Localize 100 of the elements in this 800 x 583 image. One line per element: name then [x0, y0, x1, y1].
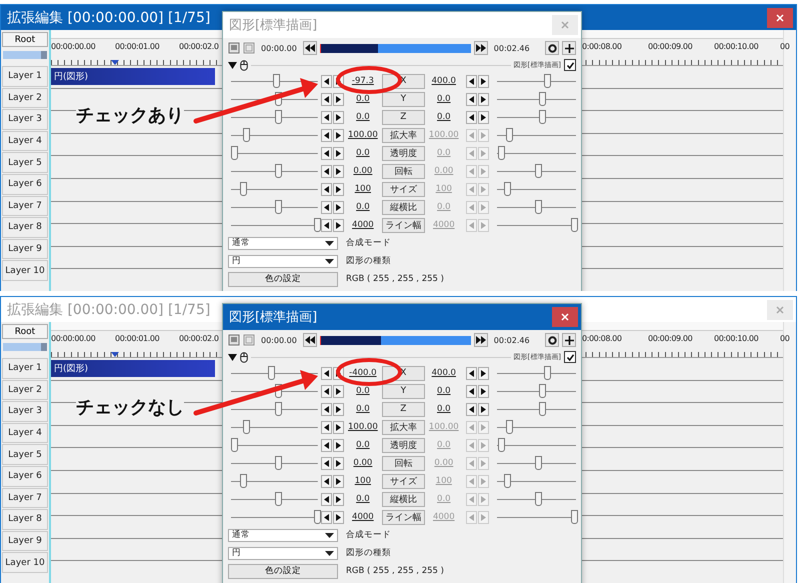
start-value[interactable]: 0.0 [344, 94, 382, 104]
parameter-button[interactable]: 縦横比 [382, 492, 425, 506]
start-value[interactable]: -400.0 [344, 368, 382, 378]
timeline-clip[interactable]: 円(図形) [51, 68, 215, 85]
slider-thumb[interactable] [275, 456, 282, 470]
layer-button[interactable]: Layer 2 [2, 88, 48, 108]
end-value[interactable]: 0.0 [424, 94, 464, 104]
slider-thumb[interactable] [242, 128, 250, 142]
start-value[interactable]: 0.0 [344, 386, 382, 396]
timeline-clip[interactable]: 円(図形) [51, 360, 215, 377]
decrement-button[interactable] [320, 128, 332, 142]
layer-button[interactable]: Layer 6 [2, 466, 48, 487]
seek-bar[interactable] [320, 336, 471, 344]
layer-button[interactable]: Layer 1 [2, 358, 48, 379]
parameter-button[interactable]: サイズ [382, 474, 425, 488]
decrement-button[interactable] [320, 366, 332, 380]
increment-button[interactable] [332, 146, 344, 160]
parameter-button[interactable]: Y [382, 384, 425, 398]
collapse-triangle-icon[interactable] [228, 354, 237, 360]
end-value[interactable]: 0.0 [424, 404, 464, 414]
slider-thumb[interactable] [275, 492, 282, 506]
decrement-button[interactable] [320, 74, 332, 88]
layer-button[interactable]: Layer 8 [2, 217, 48, 238]
increment-button[interactable] [332, 110, 344, 124]
layer-button[interactable]: Layer 3 [2, 401, 48, 422]
blend-mode-dropdown[interactable]: 通常 [228, 236, 338, 250]
increment-button[interactable] [478, 402, 490, 416]
decrement-button[interactable] [320, 402, 332, 416]
increment-button[interactable] [478, 384, 490, 398]
layer-button[interactable]: Layer 8 [2, 509, 48, 530]
start-value[interactable]: 0.00 [344, 458, 382, 468]
decrement-button[interactable] [320, 420, 332, 434]
slider-thumb[interactable] [240, 474, 248, 488]
slider-thumb[interactable] [231, 146, 238, 160]
layer-button[interactable]: Layer 9 [2, 238, 48, 260]
increment-button[interactable] [332, 384, 344, 398]
increment-button[interactable] [478, 92, 490, 106]
decrement-button[interactable] [320, 164, 332, 178]
start-value[interactable]: 100.00 [344, 422, 382, 432]
slider-thumb[interactable] [240, 182, 248, 196]
slider-thumb[interactable] [538, 402, 546, 416]
decrement-button[interactable] [320, 182, 332, 196]
decrement-button[interactable] [320, 200, 332, 214]
decrement-button[interactable] [466, 74, 478, 88]
layer-button[interactable]: Layer 10 [2, 552, 48, 573]
slider-thumb[interactable] [275, 110, 282, 124]
fast-forward-button[interactable] [474, 41, 488, 55]
start-value[interactable]: 4000 [344, 220, 382, 230]
slider-thumb[interactable] [314, 218, 321, 232]
increment-button[interactable] [332, 456, 344, 470]
decrement-button[interactable] [320, 438, 332, 452]
layer-button[interactable]: Layer 6 [2, 174, 48, 195]
layer-button[interactable]: Layer 5 [2, 444, 48, 465]
start-value[interactable]: -97.3 [344, 76, 382, 86]
parameter-button[interactable]: Y [382, 92, 425, 106]
layer-button[interactable]: Layer 5 [2, 152, 48, 173]
slider-thumb[interactable] [275, 402, 282, 416]
slider-thumb[interactable] [538, 92, 546, 106]
close-button[interactable] [767, 8, 793, 28]
increment-button[interactable] [478, 366, 490, 380]
slider-thumb[interactable] [242, 420, 250, 434]
decrement-button[interactable] [320, 218, 332, 232]
start-value[interactable]: 0.0 [344, 494, 382, 504]
layer-button[interactable]: Layer 10 [2, 260, 48, 281]
blend-mode-dropdown[interactable]: 通常 [228, 528, 338, 542]
decrement-button[interactable] [466, 384, 478, 398]
increment-button[interactable] [332, 492, 344, 506]
film-icon[interactable] [228, 42, 240, 54]
increment-button[interactable] [332, 402, 344, 416]
layer-button[interactable]: Layer 4 [2, 422, 48, 444]
slider-thumb[interactable] [268, 366, 275, 380]
parameter-button[interactable]: ライン幅 [382, 510, 425, 524]
layer-button[interactable]: Layer 4 [2, 130, 48, 152]
start-value[interactable]: 0.0 [344, 148, 382, 158]
end-value[interactable]: 0.0 [424, 112, 464, 122]
start-value[interactable]: 0.00 [344, 166, 382, 176]
layer-button[interactable]: Layer 2 [2, 380, 48, 400]
decrement-button[interactable] [466, 110, 478, 124]
start-value[interactable]: 100 [344, 184, 382, 194]
film-icon[interactable] [228, 334, 240, 346]
increment-button[interactable] [332, 164, 344, 178]
parameter-button[interactable]: 透明度 [382, 146, 425, 160]
color-settings-button[interactable]: 色の設定 [228, 272, 338, 286]
slider-thumb[interactable] [538, 110, 546, 124]
start-value[interactable]: 4000 [344, 512, 382, 522]
increment-button[interactable] [332, 438, 344, 452]
increment-button[interactable] [332, 128, 344, 142]
parameter-button[interactable]: Z [382, 110, 425, 124]
layer-button[interactable]: Layer 7 [2, 196, 48, 216]
decrement-button[interactable] [466, 366, 478, 380]
increment-button[interactable] [478, 74, 490, 88]
add-button[interactable] [562, 333, 576, 347]
fast-forward-button[interactable] [474, 333, 488, 347]
object-checkbox[interactable] [564, 59, 576, 71]
end-value[interactable]: 400.0 [424, 76, 464, 86]
link-button[interactable] [545, 333, 559, 347]
parameter-button[interactable]: 拡大率 [382, 128, 425, 142]
slider-thumb[interactable] [314, 510, 321, 524]
start-value[interactable]: 100 [344, 476, 382, 486]
parameter-button[interactable]: ライン幅 [382, 218, 425, 232]
